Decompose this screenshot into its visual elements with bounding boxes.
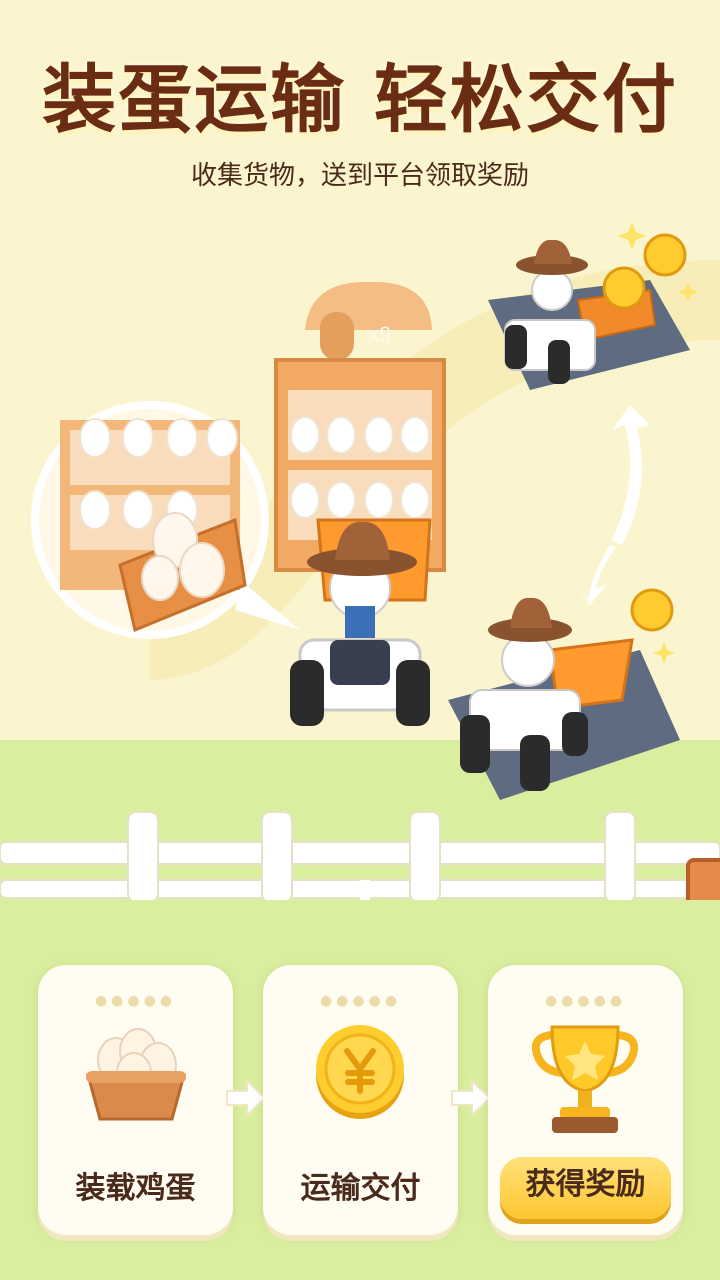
subline-text: 收集货物，送到平台领取奖励	[190, 161, 529, 191]
coin-icon	[316, 1025, 404, 1119]
step-card-transport[interactable]: ●●●●● 运输交付	[263, 965, 458, 1235]
step-card-load-eggs[interactable]: ●●●●● 装载鸡蛋	[38, 965, 233, 1235]
step-label: 运输交付	[300, 1171, 421, 1206]
signpost	[686, 858, 720, 900]
cycle-arrows	[576, 405, 650, 605]
game-scene: x9 装蛋运输 轻松交付 收集货物，送到平台领取奖励 ●●●●● 装载鸡蛋 ●●…	[0, 0, 720, 1280]
card-dots: ●●●●●	[544, 993, 627, 1009]
step-card-reward[interactable]: ●●●●● 获得奖励	[488, 965, 683, 1235]
card-dots: ●●●●●	[94, 993, 177, 1009]
step-label: 获得奖励	[525, 1167, 646, 1202]
delivery-platform-top	[488, 233, 690, 390]
egg-basket-icon	[86, 1028, 186, 1121]
card-dots: ●●●●●	[319, 993, 402, 1009]
zoom-bubble	[31, 401, 300, 639]
trophy-icon	[531, 1025, 639, 1133]
crate-count: x9	[368, 322, 391, 347]
step-label: 装载鸡蛋	[75, 1171, 196, 1206]
headline-title: 装蛋运输 轻松交付	[42, 57, 678, 143]
delivery-platform-bottom	[448, 588, 680, 800]
